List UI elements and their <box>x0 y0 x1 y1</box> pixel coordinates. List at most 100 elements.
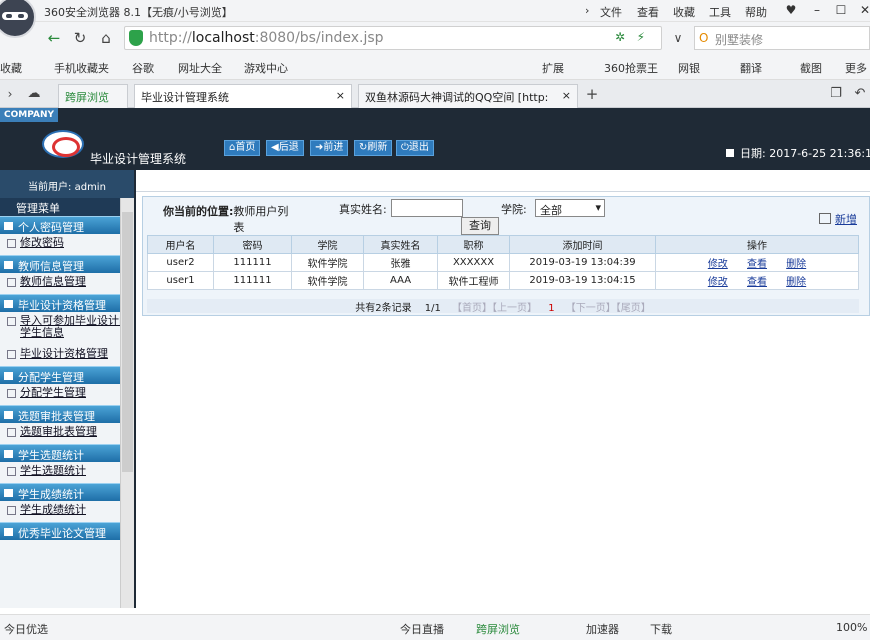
sidebar-item-qualification[interactable]: 毕业设计资格管理 <box>0 345 134 366</box>
delete-link[interactable]: 删除 <box>786 259 806 270</box>
pager-last[interactable]: 【尾页】 <box>616 303 651 314</box>
section-teacher[interactable]: 教师信息管理 <box>0 255 134 273</box>
search-engine-icon: O <box>699 31 709 45</box>
close-icon[interactable]: ✕ <box>852 0 870 20</box>
tab-close-icon[interactable]: × <box>336 89 345 102</box>
forward-button[interactable]: ➜前进 <box>310 140 349 156</box>
url-input[interactable]: http://localhost:8080/bs/index.jsp ✲ ⚡ <box>124 26 662 50</box>
pager-first[interactable]: 【首页】 <box>452 303 492 314</box>
menu-tools[interactable]: 工具 <box>709 4 731 20</box>
back-button[interactable]: ◀后退 <box>266 140 304 156</box>
bookmark-games[interactable]: 游戏中心 <box>244 60 288 76</box>
sidebar-item-assign[interactable]: 分配学生管理 <box>0 384 134 405</box>
sidebar-item-topic-approval[interactable]: 选题审批表管理 <box>0 423 134 444</box>
tab-close-icon[interactable]: × <box>561 89 571 102</box>
section-excellent-thesis[interactable]: 优秀毕业论文管理 <box>0 522 134 540</box>
status-daily-picks[interactable]: 今日优选 <box>4 621 48 637</box>
view-link[interactable]: 查看 <box>747 259 767 270</box>
section-grade-stats[interactable]: 学生成绩统计 <box>0 483 134 501</box>
bookmarks-bar: 收藏 手机收藏夹 谷歌 网址大全 游戏中心 扩展 360抢票王 网银 翻译 截图… <box>0 54 870 80</box>
tab-scroll-icon[interactable]: › <box>0 84 20 104</box>
bookmark-mobile[interactable]: 手机收藏夹 <box>54 60 109 76</box>
cloud-icon[interactable]: ☁ <box>24 84 44 104</box>
bookmark-bank[interactable]: 网银 <box>678 60 700 76</box>
undo-close-icon[interactable]: ↶ <box>850 84 870 104</box>
home-button[interactable]: ⌂首页 <box>224 140 261 156</box>
section-assign[interactable]: 分配学生管理 <box>0 366 134 384</box>
bookmark-more[interactable]: 更多 <box>845 60 867 76</box>
bookmark-tickets[interactable]: 360抢票王 <box>604 60 658 76</box>
status-download[interactable]: 下载 <box>650 621 672 637</box>
minimize-icon[interactable]: – <box>804 0 830 20</box>
sidebar-item-change-password[interactable]: 修改密码 <box>0 234 134 255</box>
maximize-icon[interactable]: ☐ <box>828 0 854 20</box>
tab-qq-space[interactable]: 双鱼林源码大神调试的QQ空间 [http: × <box>358 84 578 108</box>
refresh-button[interactable]: ↻刷新 <box>354 140 393 156</box>
sidebar-item-topic-stats[interactable]: 学生选题统计 <box>0 462 134 483</box>
lightning-icon[interactable]: ⚡ <box>637 30 645 44</box>
forward-button-label: 前进 <box>323 142 344 153</box>
menu-help[interactable]: 帮助 <box>745 4 767 20</box>
scrollbar-thumb[interactable] <box>122 212 133 472</box>
sidebar-scrollbar[interactable] <box>120 198 134 608</box>
bookmark-google[interactable]: 谷歌 <box>132 60 154 76</box>
status-accelerator[interactable]: 加速器 <box>586 621 619 637</box>
bookmark-extensions[interactable]: 扩展 <box>542 60 564 76</box>
status-cross-screen[interactable]: 跨屏浏览 <box>476 621 520 637</box>
cell-actions: 修改 查看 删除 <box>655 253 859 272</box>
realname-input[interactable] <box>391 199 463 217</box>
back-icon[interactable]: ← <box>44 28 64 48</box>
status-live[interactable]: 今日直播 <box>400 621 444 637</box>
tab-graduation-system[interactable]: 毕业设计管理系统 × <box>134 84 352 109</box>
col-actions: 操作 <box>655 235 859 254</box>
refresh-icon[interactable]: ↻ <box>70 28 90 48</box>
tab-cross-screen[interactable]: 跨屏浏览 <box>58 84 128 108</box>
sidebar: 当前用户: admin 管理菜单 个人密码管理 修改密码 教师信息管理 教师信息… <box>0 170 136 608</box>
pager-current[interactable]: 1 <box>548 303 554 314</box>
delete-link[interactable]: 删除 <box>786 277 806 288</box>
cell-title: XXXXXX <box>437 253 510 272</box>
dropdown-icon[interactable]: ∨ <box>668 28 688 48</box>
section-qualification[interactable]: 毕业设计资格管理 <box>0 294 134 312</box>
shirt-icon[interactable]: ♥ <box>778 0 804 20</box>
zoom-level[interactable]: 100% <box>836 621 867 634</box>
home-button-label: 首页 <box>235 142 256 153</box>
url-path: :8080/bs/index.jsp <box>254 30 384 46</box>
section-topic-approval[interactable]: 选题审批表管理 <box>0 405 134 423</box>
compat-icon[interactable]: ✲ <box>615 30 625 44</box>
bookmark-portal[interactable]: 网址大全 <box>178 60 222 76</box>
sidebar-item-grade-stats[interactable]: 学生成绩统计 <box>0 501 134 522</box>
tab-list-icon[interactable]: ❐ <box>826 84 846 104</box>
menu-file[interactable]: 文件 <box>600 4 622 20</box>
cell-username: user2 <box>147 253 214 272</box>
refresh-button-label: 刷新 <box>367 142 388 153</box>
pager-next[interactable]: 【下一页】 <box>566 303 616 314</box>
query-button[interactable]: 查询 <box>461 217 499 235</box>
search-input[interactable]: 别墅装修 O <box>694 26 870 50</box>
address-bar: ← ↻ ⌂ http://localhost:8080/bs/index.jsp… <box>0 22 870 54</box>
menu-chevron-icon: › <box>585 4 590 17</box>
edit-link[interactable]: 修改 <box>708 277 728 288</box>
sidebar-item-import-students[interactable]: 导入可参加毕业设计的学生信息 <box>0 312 134 345</box>
bookmark-favorites[interactable]: 收藏 <box>0 60 22 76</box>
new-tab-icon[interactable]: + <box>582 84 602 104</box>
section-password[interactable]: 个人密码管理 <box>0 216 134 234</box>
section-topic-stats[interactable]: 学生选题统计 <box>0 444 134 462</box>
title-bar: 360安全浏览器 8.1【无痕/小号浏览】 › 文件 查看 收藏 工具 帮助 ♥… <box>0 0 870 38</box>
add-link[interactable]: 新增 <box>819 211 857 227</box>
pager-prev[interactable]: 【上一页】 <box>492 303 537 314</box>
menu-favorites[interactable]: 收藏 <box>673 4 695 20</box>
logout-button[interactable]: ⏻退出 <box>396 140 434 156</box>
menu-view[interactable]: 查看 <box>637 4 659 20</box>
edit-link[interactable]: 修改 <box>708 259 728 270</box>
college-select[interactable]: 全部 <box>535 199 605 217</box>
bookmark-screenshot[interactable]: 截图 <box>800 60 822 76</box>
breadcrumb: 你当前的位置:教师用户列表 <box>163 203 293 235</box>
current-user: 当前用户: admin <box>0 170 134 198</box>
cell-password: 111111 <box>213 271 292 290</box>
bookmark-translate[interactable]: 翻译 <box>740 60 762 76</box>
view-link[interactable]: 查看 <box>747 277 767 288</box>
home-icon[interactable]: ⌂ <box>96 28 116 48</box>
col-username: 用户名 <box>147 235 214 254</box>
sidebar-item-teacher-info[interactable]: 教师信息管理 <box>0 273 134 294</box>
